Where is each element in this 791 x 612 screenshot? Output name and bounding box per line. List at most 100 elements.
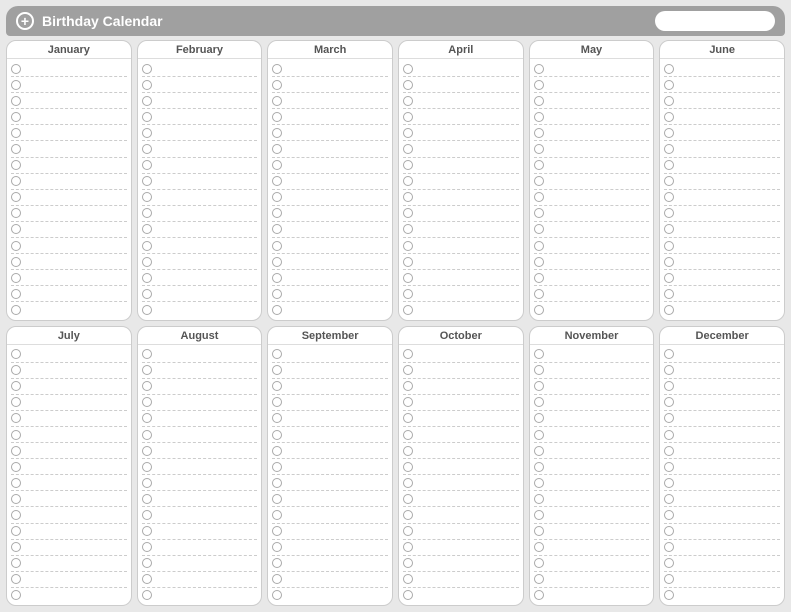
- entry-row[interactable]: [534, 77, 650, 93]
- entry-row[interactable]: [272, 363, 388, 379]
- entry-row[interactable]: [11, 459, 127, 475]
- entry-row[interactable]: [142, 222, 258, 238]
- entry-row[interactable]: [272, 238, 388, 254]
- entry-row[interactable]: [534, 93, 650, 109]
- entry-row[interactable]: [11, 540, 127, 556]
- entry-row[interactable]: [403, 395, 519, 411]
- entry-row[interactable]: [142, 524, 258, 540]
- entry-row[interactable]: [534, 588, 650, 603]
- entry-row[interactable]: [403, 588, 519, 603]
- entry-row[interactable]: [142, 443, 258, 459]
- entry-row[interactable]: [534, 459, 650, 475]
- entry-row[interactable]: [534, 572, 650, 588]
- entry-row[interactable]: [534, 556, 650, 572]
- entry-row[interactable]: [664, 77, 780, 93]
- entry-row[interactable]: [11, 77, 127, 93]
- entry-row[interactable]: [403, 61, 519, 77]
- entry-row[interactable]: [664, 588, 780, 603]
- entry-row[interactable]: [11, 411, 127, 427]
- entry-row[interactable]: [11, 302, 127, 317]
- entry-row[interactable]: [142, 556, 258, 572]
- entry-row[interactable]: [664, 222, 780, 238]
- entry-row[interactable]: [403, 347, 519, 363]
- entry-row[interactable]: [11, 109, 127, 125]
- entry-row[interactable]: [272, 540, 388, 556]
- entry-row[interactable]: [272, 572, 388, 588]
- entry-row[interactable]: [142, 427, 258, 443]
- entry-row[interactable]: [664, 363, 780, 379]
- entry-row[interactable]: [664, 443, 780, 459]
- entry-row[interactable]: [534, 61, 650, 77]
- entry-row[interactable]: [534, 158, 650, 174]
- entry-row[interactable]: [664, 125, 780, 141]
- entry-row[interactable]: [403, 302, 519, 317]
- entry-row[interactable]: [534, 206, 650, 222]
- entry-row[interactable]: [142, 141, 258, 157]
- entry-row[interactable]: [142, 125, 258, 141]
- entry-row[interactable]: [11, 491, 127, 507]
- entry-row[interactable]: [534, 443, 650, 459]
- entry-row[interactable]: [664, 270, 780, 286]
- entry-row[interactable]: [403, 540, 519, 556]
- entry-row[interactable]: [534, 141, 650, 157]
- entry-row[interactable]: [272, 347, 388, 363]
- entry-row[interactable]: [272, 158, 388, 174]
- entry-row[interactable]: [664, 507, 780, 523]
- entry-row[interactable]: [403, 427, 519, 443]
- entry-row[interactable]: [11, 206, 127, 222]
- entry-row[interactable]: [11, 93, 127, 109]
- entry-row[interactable]: [403, 190, 519, 206]
- entry-row[interactable]: [664, 302, 780, 317]
- entry-row[interactable]: [664, 254, 780, 270]
- entry-row[interactable]: [534, 540, 650, 556]
- entry-row[interactable]: [11, 475, 127, 491]
- entry-row[interactable]: [272, 411, 388, 427]
- entry-row[interactable]: [142, 254, 258, 270]
- entry-row[interactable]: [534, 347, 650, 363]
- entry-row[interactable]: [11, 524, 127, 540]
- entry-row[interactable]: [272, 443, 388, 459]
- entry-row[interactable]: [664, 174, 780, 190]
- entry-row[interactable]: [142, 270, 258, 286]
- entry-row[interactable]: [272, 395, 388, 411]
- entry-row[interactable]: [664, 411, 780, 427]
- entry-row[interactable]: [11, 190, 127, 206]
- entry-row[interactable]: [664, 347, 780, 363]
- entry-row[interactable]: [272, 270, 388, 286]
- entry-row[interactable]: [664, 524, 780, 540]
- entry-row[interactable]: [664, 286, 780, 302]
- entry-row[interactable]: [534, 524, 650, 540]
- entry-row[interactable]: [534, 507, 650, 523]
- entry-row[interactable]: [142, 77, 258, 93]
- entry-row[interactable]: [534, 427, 650, 443]
- entry-row[interactable]: [664, 459, 780, 475]
- search-input[interactable]: [655, 11, 775, 31]
- entry-row[interactable]: [664, 61, 780, 77]
- entry-row[interactable]: [403, 158, 519, 174]
- entry-row[interactable]: [142, 238, 258, 254]
- entry-row[interactable]: [534, 475, 650, 491]
- entry-row[interactable]: [403, 411, 519, 427]
- add-icon[interactable]: +: [16, 12, 34, 30]
- entry-row[interactable]: [664, 491, 780, 507]
- entry-row[interactable]: [664, 109, 780, 125]
- entry-row[interactable]: [272, 222, 388, 238]
- entry-row[interactable]: [272, 254, 388, 270]
- entry-row[interactable]: [403, 222, 519, 238]
- entry-row[interactable]: [664, 475, 780, 491]
- entry-row[interactable]: [272, 459, 388, 475]
- entry-row[interactable]: [664, 158, 780, 174]
- entry-row[interactable]: [142, 206, 258, 222]
- entry-row[interactable]: [11, 507, 127, 523]
- entry-row[interactable]: [403, 556, 519, 572]
- entry-row[interactable]: [11, 588, 127, 603]
- entry-row[interactable]: [11, 556, 127, 572]
- entry-row[interactable]: [403, 174, 519, 190]
- entry-row[interactable]: [11, 270, 127, 286]
- entry-row[interactable]: [11, 141, 127, 157]
- entry-row[interactable]: [11, 347, 127, 363]
- entry-row[interactable]: [403, 77, 519, 93]
- entry-row[interactable]: [403, 270, 519, 286]
- entry-row[interactable]: [272, 190, 388, 206]
- entry-row[interactable]: [142, 93, 258, 109]
